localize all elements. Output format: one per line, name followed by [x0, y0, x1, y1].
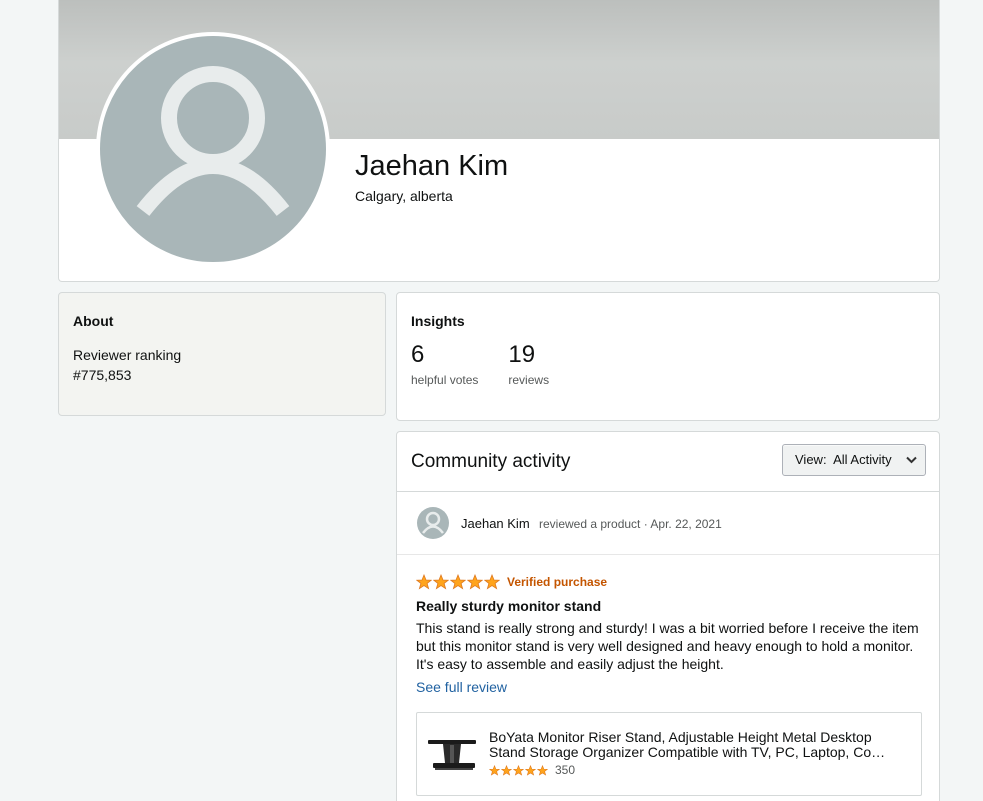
star-icon — [489, 764, 500, 776]
star-icon — [513, 764, 524, 776]
star-icon — [433, 573, 449, 590]
stat-label: helpful votes — [411, 373, 479, 387]
view-label: View: — [795, 452, 827, 467]
star-icon — [537, 764, 548, 776]
star-icon — [416, 573, 432, 590]
activity-header: Community activity View: All Activity — [397, 432, 939, 492]
profile-name: Jaehan Kim — [355, 150, 509, 182]
insights-stats: 6 helpful votes 19 reviews — [411, 341, 925, 387]
product-title[interactable]: BoYata Monitor Riser Stand, Adjustable H… — [489, 730, 909, 760]
review-action-date: reviewed a product · Apr. 22, 2021 — [539, 517, 722, 531]
about-card: About Reviewer ranking #775,853 — [58, 292, 386, 416]
review-author-name[interactable]: Jaehan Kim — [461, 516, 530, 531]
star-icon — [467, 573, 483, 590]
stat-value: 6 — [411, 341, 425, 368]
review-meta-row: Jaehan Kim reviewed a product · Apr. 22,… — [397, 492, 939, 555]
helpful-votes-stat: 6 helpful votes — [411, 341, 478, 387]
product-card[interactable]: BoYata Monitor Riser Stand, Adjustable H… — [416, 712, 922, 796]
reviews-stat: 19 reviews — [508, 341, 549, 387]
review-title: Really sturdy monitor stand — [416, 598, 602, 614]
stat-label: reviews — [508, 373, 550, 387]
community-activity-card: Community activity View: All Activity Ja… — [396, 431, 940, 801]
reviewer-ranking-label: Reviewer ranking — [73, 347, 182, 363]
star-icon — [525, 764, 536, 776]
stat-value: 19 — [508, 341, 536, 368]
person-silhouette-icon — [136, 66, 290, 216]
view-filter-dropdown[interactable]: View: All Activity — [782, 444, 926, 476]
profile-location: Calgary, alberta — [355, 188, 453, 204]
star-icon — [501, 764, 512, 776]
reviewer-ranking-value: #775,853 — [73, 367, 132, 383]
profile-header-card: Jaehan Kim Calgary, alberta — [58, 0, 940, 282]
author-avatar[interactable] — [417, 507, 449, 539]
person-silhouette-icon — [422, 511, 444, 534]
review-rating-row: Verified purchase — [416, 573, 920, 590]
review-body: Verified purchase Really sturdy monitor … — [397, 555, 939, 697]
monitor-stand-product-image[interactable] — [425, 735, 483, 775]
insights-card: Insights 6 helpful votes 19 reviews — [396, 292, 940, 421]
review-text: This stand is really strong and sturdy! … — [416, 620, 919, 672]
insights-heading: Insights — [411, 313, 465, 329]
see-full-review-link[interactable]: See full review — [416, 679, 507, 695]
chevron-down-icon — [906, 456, 917, 464]
star-icon — [450, 573, 466, 590]
rating-count[interactable]: 350 — [555, 763, 575, 777]
view-value: All Activity — [833, 452, 892, 467]
profile-avatar — [96, 32, 330, 266]
activity-title: Community activity — [411, 451, 571, 472]
verified-purchase-badge: Verified purchase — [507, 574, 608, 589]
about-heading: About — [73, 313, 114, 329]
product-rating: 350 — [489, 763, 575, 777]
star-icon — [484, 573, 500, 590]
